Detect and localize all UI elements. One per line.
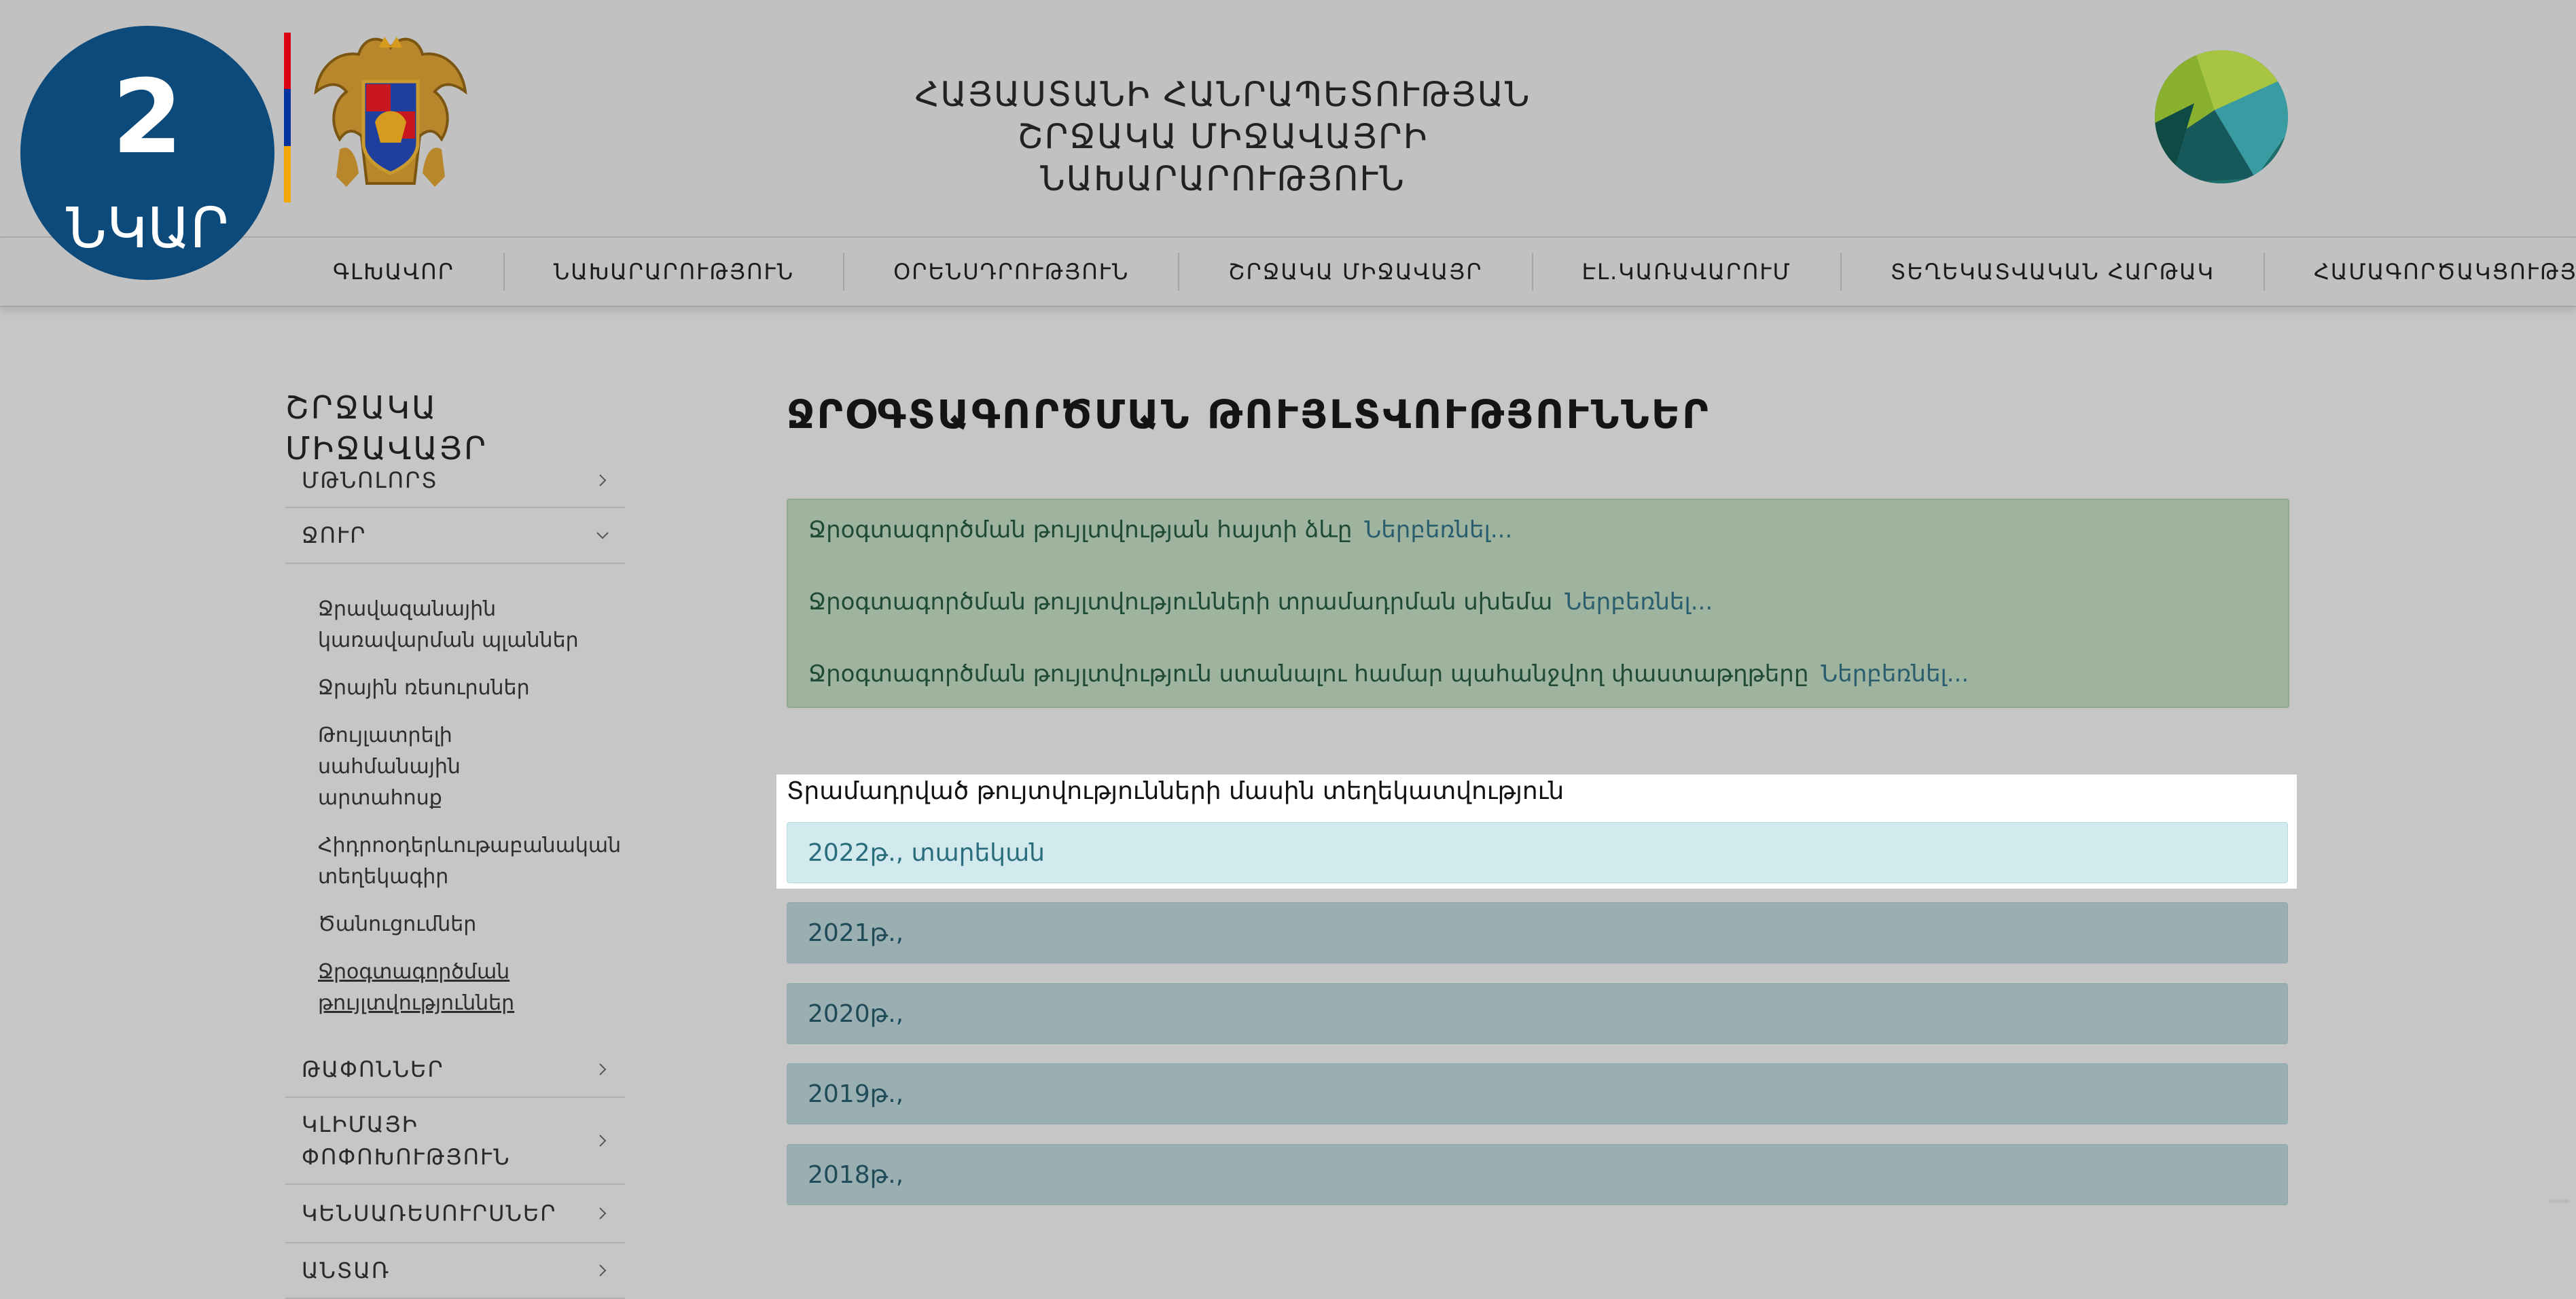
info-line-required-documents: Ջրօգտագործման թույլտվություն ստանալու հա…: [808, 660, 1969, 688]
chevron-right-icon: [599, 1135, 607, 1147]
year-row-2019[interactable]: 2019թ.,: [787, 1063, 2288, 1124]
submenu-item-notifications[interactable]: Ծանուցումներ: [318, 909, 583, 940]
nav-item-home[interactable]: ԳԼԽԱՎՈՐ: [285, 253, 505, 291]
year-row-2021[interactable]: 2021թ.,: [787, 902, 2288, 963]
sidebar-item-atmosphere[interactable]: ՄԹՆՈԼՈՐՏ: [285, 454, 625, 508]
info-line-issuance-scheme: Ջրօգտագործման թույլտվությունների տրամադր…: [808, 588, 1713, 616]
chevron-right-icon: [599, 1063, 607, 1075]
sidebar-item-label: ՋՈՒՐ: [302, 522, 367, 548]
sidebar-item-label: ԹԱՓՈՆՆԵՐ: [302, 1056, 444, 1082]
scroll-indicator[interactable]: [2549, 1199, 2569, 1203]
sidebar: ՇՐՋԱԿԱ ՄԻՋԱՎԱՅՐ ՄԹՆՈԼՈՐՏ ՋՈՒՐ Ջրավազանայ…: [285, 387, 625, 1299]
chevron-right-icon: [599, 474, 607, 486]
download-link[interactable]: Ներբեռնել...: [1564, 588, 1713, 616]
downloads-info-box: Ջրօգտագործման թույլտվության հայտի ձևը Ներ…: [787, 499, 2289, 708]
armenian-flag-stripe: [284, 33, 291, 202]
nav-item-ministry[interactable]: ՆԱԽԱՐԱՐՈՒԹՅՈՒՆ: [505, 253, 845, 291]
year-row-2018[interactable]: 2018թ.,: [787, 1144, 2288, 1205]
info-line-application-form: Ջրօգտագործման թույլտվության հայտի ձևը Ներ…: [808, 516, 1512, 544]
sidebar-title: ՇՐՋԱԿԱ ՄԻՋԱՎԱՅՐ: [285, 389, 488, 467]
issued-permits-heading: Տրամադրված թույտվությունների մասին տեղեկ…: [787, 777, 1564, 805]
download-link[interactable]: Ներբեռնել...: [1821, 660, 1969, 688]
figure-number-badge: 2 ՆԿԱՐ: [20, 26, 274, 280]
sidebar-item-bioresources[interactable]: ԿԵՆՍԱՌԵՍՈՒՐՍՆԵՐ: [285, 1185, 625, 1243]
main-navigation: ԳԼԽԱՎՈՐ ՆԱԽԱՐԱՐՈՒԹՅՈՒՆ ՕՐԵՆՍԴՐՈՒԹՅՈՒՆ ՇՐ…: [0, 236, 2576, 307]
info-line-text: Ջրօգտագործման թույլտվությունների տրամադր…: [808, 588, 1553, 616]
ministry-emblem-logo[interactable]: [2153, 49, 2289, 185]
submenu-item-water-use-permits[interactable]: Ջրօգտագործման թույլտվություններ: [318, 957, 583, 1019]
chevron-right-icon: [599, 1264, 607, 1277]
badge-word: ՆԿԱՐ: [66, 196, 229, 261]
nav-item-cooperation[interactable]: ՀԱՄԱԳՈՐԾԱԿՑՈՒԹՅՈՒՆ: [2265, 253, 2576, 291]
coat-of-arms-logo[interactable]: [299, 27, 482, 204]
ministry-title-line2: ՇՐՋԱԿԱ ՄԻՋԱՎԱՅՐԻ ՆԱԽԱՐԱՐՈՒԹՅՈՒՆ: [1017, 117, 1429, 198]
sidebar-item-label: ԱՆՏԱՌ: [302, 1258, 391, 1283]
submenu-item-basin-plans[interactable]: Ջրավազանային կառավարման պլաններ: [318, 594, 583, 656]
page-title: ՋՐՕԳՏԱԳՈՐԾՄԱՆ ԹՈՒՅԼՏՎՈՒԹՅՈՒՆՆԵՐ: [787, 391, 1711, 438]
sidebar-item-label: ՄԹՆՈԼՈՐՏ: [302, 467, 438, 493]
sidebar-item-waste[interactable]: ԹԱՓՈՆՆԵՐ: [285, 1042, 625, 1098]
nav-item-environment[interactable]: ՇՐՋԱԿԱ ՄԻՋԱՎԱՅՐ: [1179, 253, 1533, 291]
site-header: 2 ՆԿԱՐ ՀԱՅԱՍՏԱՆԻ ՀԱՆՐԱՊԵՏՈՒԹՅԱՆ ՇՐՋԱԿԱ Մ…: [0, 0, 2576, 280]
year-row-2020[interactable]: 2020թ.,: [787, 983, 2288, 1044]
submenu-item-water-resources[interactable]: Ջրային ռեսուրսներ: [318, 673, 583, 704]
year-row-2022[interactable]: 2022թ., տարեկան: [787, 822, 2288, 883]
sidebar-item-label: ԿԵՆՍԱՌԵՍՈՒՐՍՆԵՐ: [302, 1200, 557, 1226]
download-link[interactable]: Ներբեռնել...: [1364, 516, 1512, 544]
submenu-item-discharge-limits[interactable]: Թույլատրելի սահմանային արտահոսք: [318, 720, 583, 814]
nav-item-info-platform[interactable]: ՏԵՂԵԿԱՏՎԱԿԱՆ ՀԱՐԹԱԿ: [1842, 253, 2265, 291]
submenu-item-hydromet-bulletin[interactable]: Հիդրոօդերևութաբանական տեղեկագիր: [318, 830, 621, 893]
sidebar-item-forest[interactable]: ԱՆՏԱՌ: [285, 1243, 625, 1299]
main-content: ՋՐՕԳՏԱԳՈՐԾՄԱՆ ԹՈՒՅԼՏՎՈՒԹՅՈՒՆՆԵՐ Ջրօգտագո…: [787, 380, 2289, 708]
chevron-down-icon: [596, 532, 609, 539]
info-line-text: Ջրօգտագործման թույլտվության հայտի ձևը: [808, 516, 1353, 544]
sidebar-item-label: ԿԼԻՄԱՅԻ ՓՈՓՈԽՈՒԹՅՈՒՆ: [302, 1111, 511, 1170]
ministry-title: ՀԱՅԱՍՏԱՆԻ ՀԱՆՐԱՊԵՏՈՒԹՅԱՆ ՇՐՋԱԿԱ ՄԻՋԱՎԱՅՐ…: [883, 73, 1562, 200]
info-line-text: Ջրօգտագործման թույլտվություն ստանալու հա…: [808, 660, 1809, 688]
water-submenu: Ջրավազանային կառավարման պլաններ Ջրային ռ…: [285, 564, 625, 1042]
sidebar-item-climate-change[interactable]: ԿԼԻՄԱՅԻ ՓՈՓՈԽՈՒԹՅՈՒՆ: [285, 1098, 625, 1185]
nav-item-legislation[interactable]: ՕՐԵՆՍԴՐՈՒԹՅՈՒՆ: [844, 253, 1180, 291]
sidebar-item-water[interactable]: ՋՈՒՐ: [285, 508, 625, 564]
ministry-title-line1: ՀԱՅԱՍՏԱՆԻ ՀԱՆՐԱՊԵՏՈՒԹՅԱՆ: [914, 75, 1531, 114]
badge-number: 2: [111, 58, 183, 177]
chevron-right-icon: [599, 1207, 607, 1220]
nav-item-e-governance[interactable]: ԷԼ.ԿԱՌԱՎԱՐՈՒՄ: [1533, 253, 1842, 291]
